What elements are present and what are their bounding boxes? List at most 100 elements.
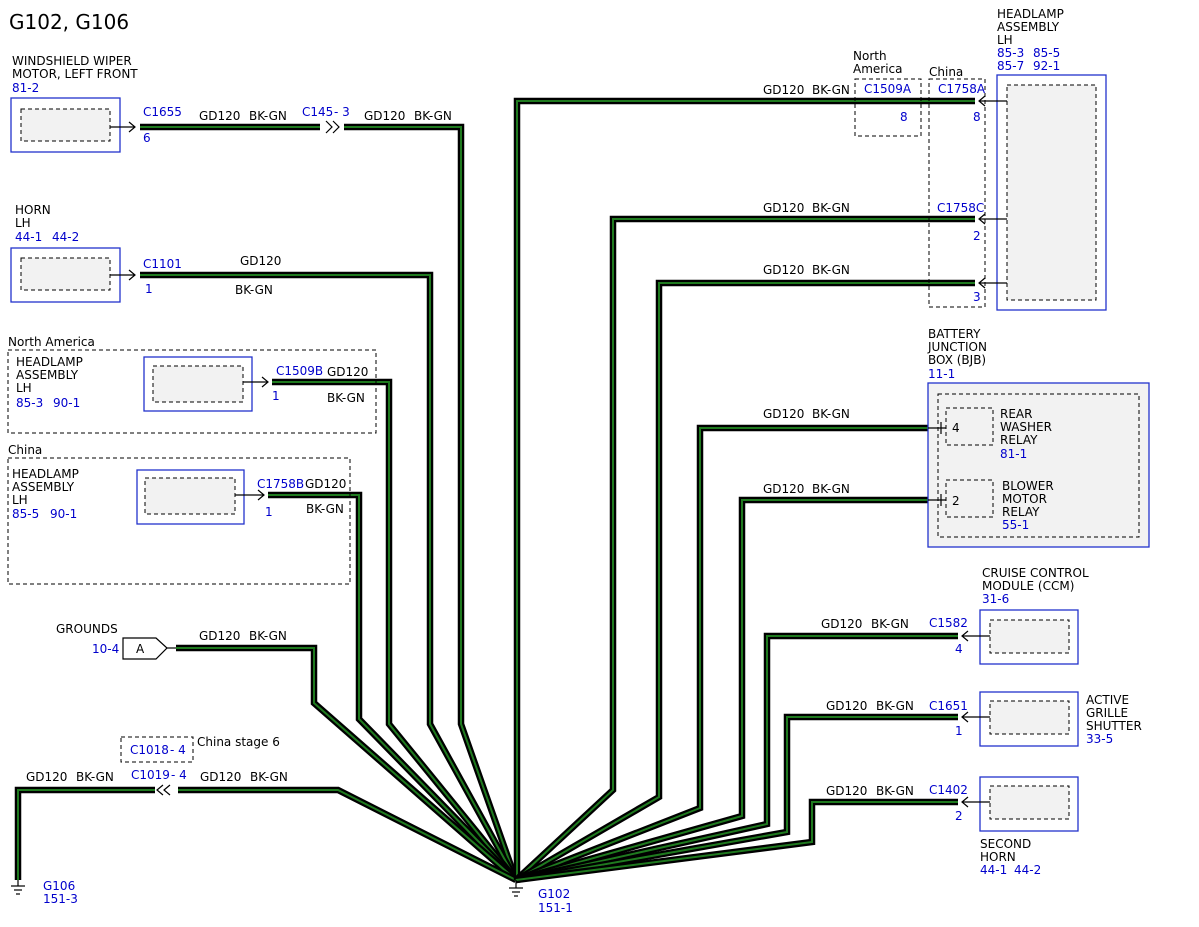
headlamp-r-ref-1[interactable]: 85-3 — [997, 46, 1024, 60]
page-title: G102, G106 — [9, 10, 129, 34]
inline-connector-arrow — [163, 784, 171, 796]
wire-color-label: BK-GN — [871, 617, 909, 631]
wire-circuit-label: GD120 — [821, 617, 862, 631]
bjb-ref[interactable]: 11-1 — [928, 367, 955, 381]
headlamp-r-cn-connector[interactable]: C1758A — [938, 82, 986, 96]
ground-symbol-g106[interactable] — [11, 880, 25, 895]
horn2-inner — [989, 785, 1070, 820]
grille-name-2: GRILLE — [1086, 706, 1128, 720]
relay2-ref[interactable]: 55-1 — [1002, 518, 1029, 532]
ccm-pin: 4 — [955, 642, 963, 656]
headlamp-cn-connector[interactable]: C1758B — [257, 477, 304, 491]
headlamp-na-pin: 1 — [272, 389, 280, 403]
wire-headlamp-c1758c-2[interactable] — [513, 215, 975, 883]
headlamp-r-name-3: LH — [997, 33, 1013, 47]
wire-circuit-label: GD120 — [199, 109, 240, 123]
g106-name[interactable]: G106 — [43, 879, 75, 893]
horn-connector[interactable]: C1101 — [143, 257, 182, 271]
relay1-name-2: WASHER — [1000, 420, 1052, 434]
wire-grounds[interactable] — [176, 644, 519, 883]
inline-c1018[interactable]: C1018 — [130, 743, 169, 757]
relay1-pin: 4 — [952, 421, 960, 435]
region-north-america-r-2: America — [853, 62, 903, 76]
inline-c1019[interactable]: C1019 — [131, 768, 170, 782]
headlamp-r-c1758c[interactable]: C1758C — [937, 201, 984, 215]
ccm-ref[interactable]: 31-6 — [982, 592, 1009, 606]
wire-color-label: BK-GN — [812, 201, 850, 215]
wire-circuit-label: GD120 — [763, 263, 804, 277]
region-china-r: China — [929, 65, 963, 79]
horn2-ref-2[interactable]: 44-2 — [1014, 863, 1041, 877]
headlamp-r-ref-3[interactable]: 85-7 — [997, 59, 1024, 73]
wire-color-label: BK-GN — [249, 629, 287, 643]
headlamp-na-ref-2[interactable]: 90-1 — [53, 396, 80, 410]
wire-bjb-4[interactable] — [514, 424, 928, 884]
horn-inner — [20, 257, 111, 291]
headlamp-cn-inner — [144, 477, 236, 515]
wire-circuit-label: GD120 — [26, 770, 67, 784]
headlamp-cn-ref-2[interactable]: 90-1 — [50, 507, 77, 521]
g102-name[interactable]: G102 — [538, 887, 570, 901]
wiper-ref[interactable]: 81-2 — [12, 81, 39, 95]
headlamp-cn-name-2: ASSEMBLY — [12, 480, 75, 494]
wiper-name-1: WINDSHIELD WIPER — [12, 54, 132, 68]
headlamp-r-inner — [1006, 84, 1097, 301]
bjb-name-1: BATTERY — [928, 327, 981, 341]
headlamp-r-name-2: ASSEMBLY — [997, 20, 1060, 34]
relay2-name-2: MOTOR — [1002, 492, 1047, 506]
wire-circuit-label: GD120 — [305, 477, 346, 491]
relay2-name-3: RELAY — [1002, 505, 1040, 519]
relay1-ref[interactable]: 81-1 — [1000, 447, 1027, 461]
wire-color-label: BK-GN — [249, 109, 287, 123]
wire-color-label: BK-GN — [235, 283, 273, 297]
grounds-ref[interactable]: 10-4 — [92, 642, 119, 656]
wiper-connector[interactable]: C1655 — [143, 105, 182, 119]
headlamp-cn-ref-1[interactable]: 85-5 — [12, 507, 39, 521]
inline-connector-arrow — [325, 120, 333, 134]
headlamp-cn-name-3: LH — [12, 493, 28, 507]
wire-headlamp-na[interactable] — [272, 378, 519, 883]
wiper-motor-inner — [20, 108, 111, 142]
wire-color-label: BK-GN — [812, 83, 850, 97]
horn-pin: 1 — [145, 282, 153, 296]
headlamp-r-ref-4[interactable]: 92-1 — [1033, 59, 1060, 73]
wiper-name-2: MOTOR, LEFT FRONT — [12, 67, 138, 81]
headlamp-r-na-pin: 8 — [900, 110, 908, 124]
headlamp-na-inner — [152, 365, 244, 403]
horn-ref-1[interactable]: 44-1 — [15, 230, 42, 244]
wire-color-label: BK-GN — [876, 699, 914, 713]
wire-color-label: BK-GN — [414, 109, 452, 123]
inline-c1019-pin: - 4 — [171, 768, 187, 782]
grille-name-3: SHUTTER — [1086, 719, 1142, 733]
headlamp-r-ref-2[interactable]: 85-5 — [1033, 46, 1060, 60]
horn2-ref-1[interactable]: 44-1 — [980, 863, 1007, 877]
ccm-name-2: MODULE (CCM) — [982, 579, 1074, 593]
grounds-label: GROUNDS — [56, 622, 118, 636]
bjb-name-2: JUNCTION — [927, 340, 987, 354]
headlamp-r-na-connector[interactable]: C1509A — [864, 82, 912, 96]
grille-connector[interactable]: C1651 — [929, 699, 968, 713]
grounds-tag: A — [136, 642, 145, 656]
wire-color-label: BK-GN — [306, 502, 344, 516]
headlamp-na-name-3: LH — [16, 381, 32, 395]
horn2-name-2: HORN — [980, 850, 1016, 864]
horn2-connector[interactable]: C1402 — [929, 783, 968, 797]
inline-connector-c145[interactable]: C145 — [302, 105, 333, 119]
inline-connector-c145-pin: - 3 — [334, 105, 350, 119]
wire-circuit-label: GD120 — [199, 629, 240, 643]
headlamp-cn-name-1: HEADLAMP — [12, 467, 79, 481]
horn-ref-2[interactable]: 44-2 — [52, 230, 79, 244]
g102-ref[interactable]: 151-1 — [538, 901, 573, 915]
relay1-name-1: REAR — [1000, 407, 1032, 421]
wire-color-label: BK-GN — [876, 784, 914, 798]
relay1-name-3: RELAY — [1000, 433, 1038, 447]
g106-ref[interactable]: 151-3 — [43, 892, 78, 906]
headlamp-na-ref-1[interactable]: 85-3 — [16, 396, 43, 410]
horn2-pin: 2 — [955, 809, 963, 823]
ccm-connector[interactable]: C1582 — [929, 616, 968, 630]
grounds-tag-box[interactable] — [122, 637, 168, 660]
grille-ref[interactable]: 33-5 — [1086, 732, 1113, 746]
headlamp-na-connector[interactable]: C1509B — [276, 364, 323, 378]
ccm-inner — [989, 619, 1070, 654]
wire-circuit-label: GD120 — [763, 407, 804, 421]
